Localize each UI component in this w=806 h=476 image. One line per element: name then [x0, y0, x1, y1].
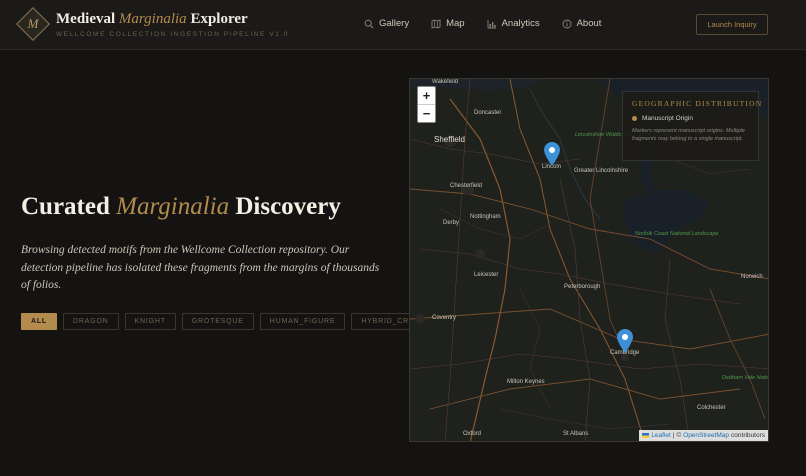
legend-item: Manuscript Origin — [632, 115, 749, 122]
filter-dragon[interactable]: DRAGON — [63, 313, 119, 330]
legend-note: Markers represent manuscript origins. Mu… — [632, 128, 745, 142]
park-lincolnshire-wolds: Lincolnshire Wolds National Landscape — [575, 132, 671, 138]
filter-all[interactable]: ALL — [21, 313, 58, 330]
place-wakefield: Wakefield — [432, 79, 459, 85]
attribution-suffix: contributors — [731, 432, 765, 439]
zoom-in-button[interactable]: + — [418, 87, 435, 105]
place-chesterfield: Chesterfield — [450, 183, 483, 189]
osm-link[interactable]: OpenStreetMap — [683, 432, 729, 439]
place-derby: Derby — [443, 220, 460, 226]
brand-title-prefix: Medieval — [56, 11, 119, 27]
place-colchester: Colchester — [697, 405, 726, 411]
map-attribution: Leaflet | © OpenStreetMap contributors — [639, 430, 768, 441]
place-coventry: Coventry — [432, 315, 457, 321]
nav-map[interactable]: Map — [431, 18, 465, 29]
nav-gallery-label: Gallery — [379, 18, 410, 29]
nav-gallery[interactable]: Gallery — [364, 18, 409, 29]
brand-title-suffix: Explorer — [186, 11, 248, 27]
search-icon — [364, 19, 374, 28]
place-sheffield: Sheffield — [434, 135, 465, 144]
place-norwich: Norwich — [741, 274, 763, 280]
info-icon — [562, 19, 572, 28]
hero-title: Curated Marginalia Discovery — [21, 193, 341, 221]
leaflet-link[interactable]: Leaflet — [651, 432, 671, 439]
nav-about-label: About — [576, 18, 602, 29]
place-peterborough: Peterborough — [564, 284, 601, 290]
launch-inquiry-button[interactable]: Launch Inquiry — [696, 14, 768, 35]
place-oxford: Oxford — [463, 431, 482, 437]
place-milton-keynes: Milton Keynes — [507, 379, 545, 385]
map-icon — [431, 18, 441, 29]
chart-icon — [487, 19, 496, 28]
main-nav: Gallery Map Analytics About — [364, 18, 623, 29]
hero-title-accent: Marginalia — [116, 193, 230, 220]
origin-marker-cambridge[interactable] — [617, 329, 633, 353]
place-doncaster: Doncaster — [474, 110, 502, 116]
nav-about[interactable]: About — [562, 18, 602, 29]
nav-analytics[interactable]: Analytics — [487, 18, 540, 29]
park-norfolk-coast: Norfolk Coast National Landscape — [635, 231, 719, 237]
filter-knight[interactable]: KNIGHT — [124, 313, 176, 330]
zoom-control: + − — [417, 86, 436, 123]
nav-analytics-label: Analytics — [501, 18, 540, 29]
attribution-separator: | © — [672, 432, 682, 439]
logo-letter: M — [27, 16, 39, 31]
place-st-albans: St Albans — [563, 431, 589, 437]
nav-map-label: Map — [446, 18, 465, 29]
brand-subtitle: WELLCOME COLLECTION INGESTION PIPELINE V… — [56, 31, 290, 38]
filter-grotesque[interactable]: GROTESQUE — [181, 313, 254, 330]
origin-marker-lincoln[interactable] — [544, 142, 560, 166]
legend-item-label: Manuscript Origin — [642, 115, 693, 122]
map-legend: GEOGRAPHIC DISTRIBUTION Manuscript Origi… — [622, 91, 763, 161]
app-header: M Medieval Marginalia Explorer WELLCOME … — [0, 0, 806, 50]
place-leicester: Leicester — [474, 272, 499, 278]
hero-title-suffix: Discovery — [229, 193, 341, 220]
brand-title[interactable]: Medieval Marginalia Explorer — [56, 11, 248, 28]
hero-description: Browsing detected motifs from the Wellco… — [21, 244, 380, 291]
park-dedham-vale: Dedham Vale National Landscape — [722, 375, 768, 381]
motif-filter-bar: ALL DRAGON KNIGHT GROTESQUE HUMAN_FIGURE… — [21, 313, 458, 330]
legend-title: GEOGRAPHIC DISTRIBUTION — [632, 99, 763, 108]
origin-map[interactable]: Wakefield Doncaster Sheffield Lincoln Ch… — [409, 78, 769, 442]
leaflet-flag-icon — [642, 433, 650, 438]
origin-dot-icon — [632, 116, 637, 121]
place-nottingham: Nottingham — [470, 214, 501, 220]
hero-title-prefix: Curated — [21, 193, 117, 220]
place-greater-lincolnshire: Greater Lincolnshire — [574, 168, 629, 174]
brand-title-accent: Marginalia — [118, 11, 187, 27]
zoom-out-button[interactable]: − — [418, 105, 435, 123]
filter-human-figure[interactable]: HUMAN_FIGURE — [259, 313, 346, 330]
